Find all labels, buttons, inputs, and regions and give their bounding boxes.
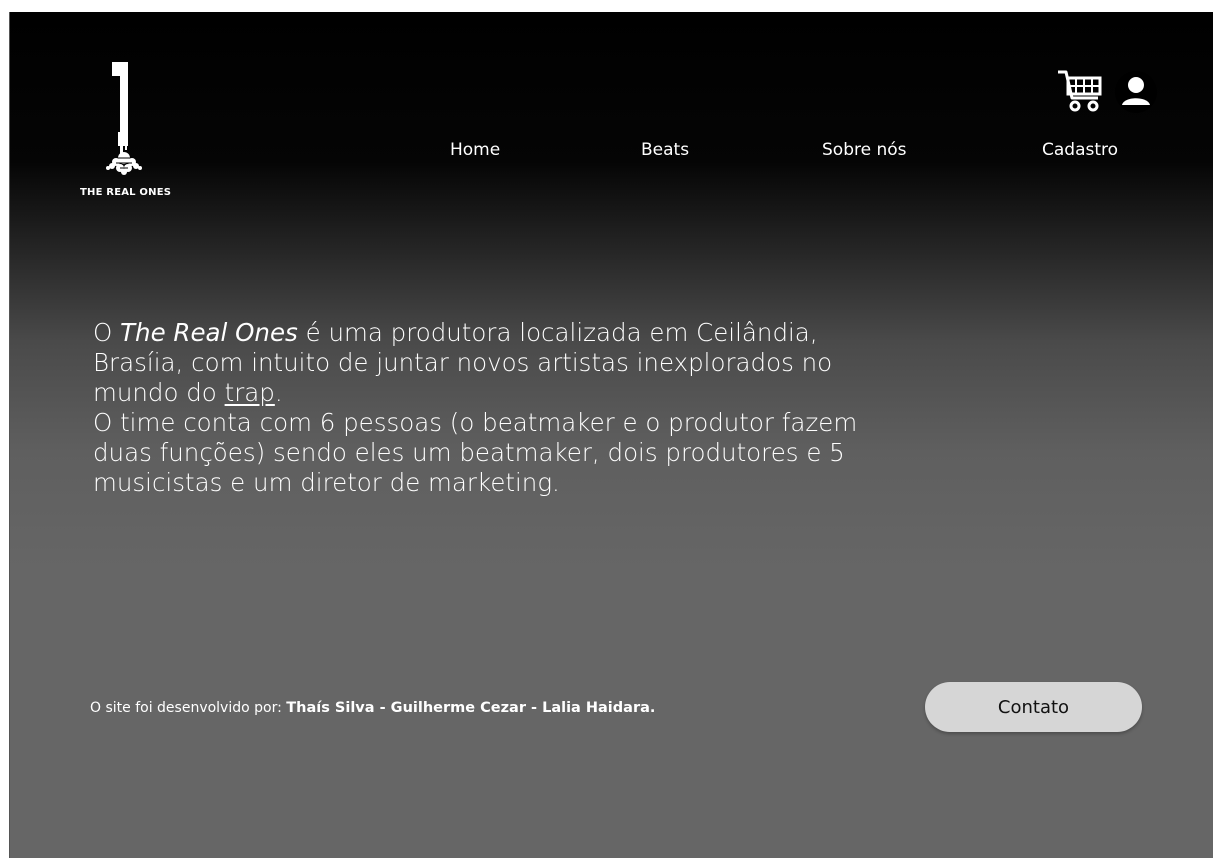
nav-link-beats[interactable]: Beats	[641, 140, 689, 160]
nav-link-cadastro[interactable]: Cadastro	[1042, 140, 1118, 160]
contact-button[interactable]: Contato	[925, 682, 1142, 732]
number-one-roots-logo	[106, 62, 142, 175]
credits: O site foi desenvolvido por: Thaís Silva…	[90, 700, 655, 716]
about-paragraph-2: O time conta com 6 pessoas (o beatmaker …	[93, 408, 858, 497]
about-text: .	[274, 378, 283, 407]
nav-link-sobre-nos[interactable]: Sobre nós	[822, 140, 907, 160]
about-section: O The Real Ones é uma produtora localiza…	[93, 318, 913, 498]
page-frame: THE REAL ONES Home Beats Sobre nós Cadas…	[10, 12, 1213, 858]
shopping-cart-icon[interactable]	[1056, 68, 1104, 114]
about-text: O	[93, 318, 121, 347]
brand-logo[interactable]: THE REAL ONES	[80, 62, 190, 202]
credits-prefix: O site foi desenvolvido por:	[90, 700, 287, 716]
nav-link-home[interactable]: Home	[450, 140, 500, 160]
trap-link[interactable]: trap	[225, 378, 275, 407]
user-account-icon[interactable]	[1114, 70, 1158, 114]
about-brand-name: The Real Ones	[120, 318, 298, 347]
brand-name: THE REAL ONES	[80, 187, 172, 198]
main-nav: Home Beats Sobre nós Cadastro	[10, 140, 1213, 164]
credits-developers: Thaís Silva - Guilherme Cezar - Lalia Ha…	[286, 700, 656, 716]
about-paragraph-1: O The Real Ones é uma produtora localiza…	[93, 318, 913, 408]
